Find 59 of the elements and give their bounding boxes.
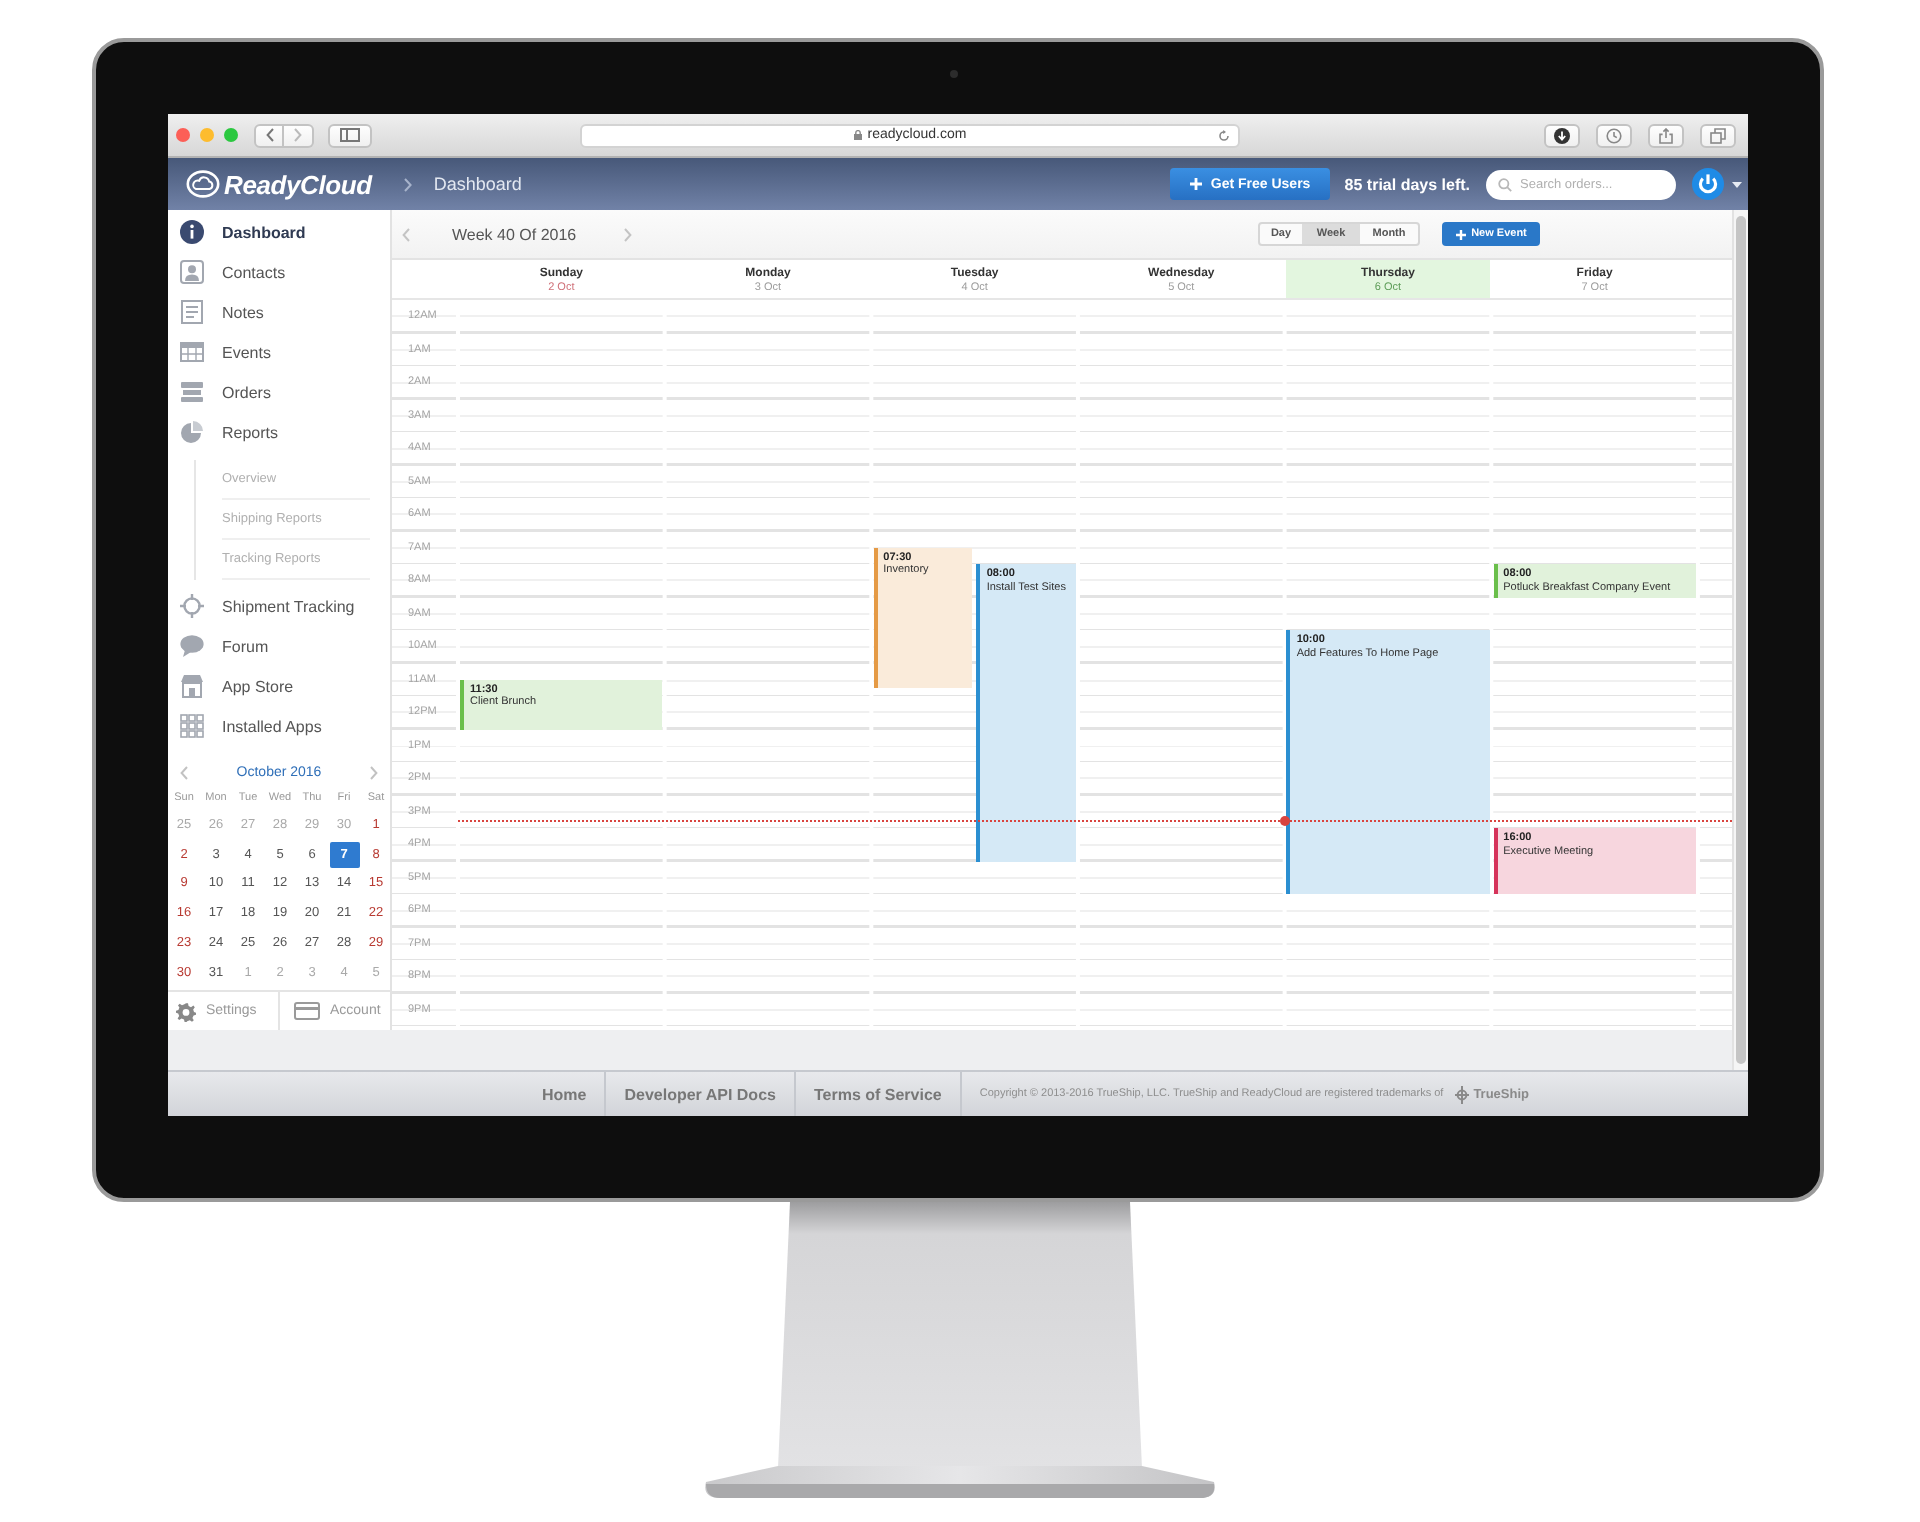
sidebar-icon <box>340 128 360 142</box>
chevron-right-icon <box>294 128 302 142</box>
clock-icon <box>1606 127 1622 143</box>
current-time-dot-icon <box>1280 815 1291 826</box>
breadcrumb: Dashboard <box>433 174 522 194</box>
note-icon <box>180 300 204 324</box>
logo-text: ReadyCloud <box>224 169 372 199</box>
sidebar-item[interactable]: Reports <box>168 412 390 452</box>
history-button[interactable] <box>1596 123 1632 147</box>
chevron-right-icon[interactable] <box>369 765 378 779</box>
sidebar-item[interactable]: App Store <box>168 666 390 706</box>
forward-button[interactable] <box>284 123 314 147</box>
sidebar-toggle-button[interactable] <box>328 123 372 147</box>
download-icon <box>1554 127 1570 143</box>
week-title: Week 40 Of 2016 <box>452 225 577 243</box>
chevron-right-icon[interactable] <box>624 227 633 241</box>
chevron-left-icon <box>265 128 273 142</box>
reload-icon[interactable] <box>1218 129 1230 141</box>
plus-icon <box>1455 229 1466 239</box>
chevron-right-icon <box>403 177 412 191</box>
share-button[interactable] <box>1648 123 1684 147</box>
window-minimize-icon[interactable] <box>200 128 214 142</box>
lock-icon <box>853 130 862 140</box>
sidebar-item[interactable]: Forum <box>168 626 390 666</box>
chevron-left-icon[interactable] <box>180 765 188 779</box>
sidebar-item[interactable]: Contacts <box>168 252 390 292</box>
grid-icon <box>180 714 204 738</box>
logo-icon <box>1453 1085 1470 1103</box>
search-icon <box>1498 177 1512 191</box>
sidebar-item[interactable]: Notes <box>168 292 390 332</box>
share-icon <box>1658 127 1674 143</box>
sidebar-item[interactable]: Orders <box>168 372 390 412</box>
settings-icon <box>176 1001 196 1021</box>
sidebar-item[interactable]: Dashboard <box>168 212 390 252</box>
window-close-icon[interactable] <box>176 128 190 142</box>
power-icon[interactable] <box>1692 168 1724 200</box>
tabs-icon <box>1710 127 1726 143</box>
trial-notice: 85 trial days left. <box>1344 175 1470 193</box>
download-button[interactable] <box>1544 123 1580 147</box>
caret-icon[interactable] <box>1732 181 1742 187</box>
calendar-icon <box>180 340 204 364</box>
sidebar-item[interactable]: Shipment Tracking <box>168 586 390 626</box>
logo-icon <box>186 170 220 198</box>
plus-icon <box>1190 178 1203 190</box>
pie-chart-icon <box>180 420 204 444</box>
tray-icon <box>180 380 204 404</box>
store-icon <box>180 674 204 698</box>
window-zoom-icon[interactable] <box>224 128 238 142</box>
sidebar-item[interactable]: Installed Apps <box>168 706 390 746</box>
sidebar-item[interactable]: Events <box>168 332 390 372</box>
scrollbar-thumb[interactable] <box>1736 216 1746 1064</box>
crosshair-icon <box>180 594 204 618</box>
contact-card-icon <box>180 260 204 284</box>
chevron-left-icon[interactable] <box>402 227 410 241</box>
card-icon <box>294 1002 320 1020</box>
info-icon <box>180 220 204 244</box>
tabs-button[interactable] <box>1700 123 1736 147</box>
speech-bubble-icon <box>180 634 204 658</box>
back-button[interactable] <box>254 123 284 147</box>
